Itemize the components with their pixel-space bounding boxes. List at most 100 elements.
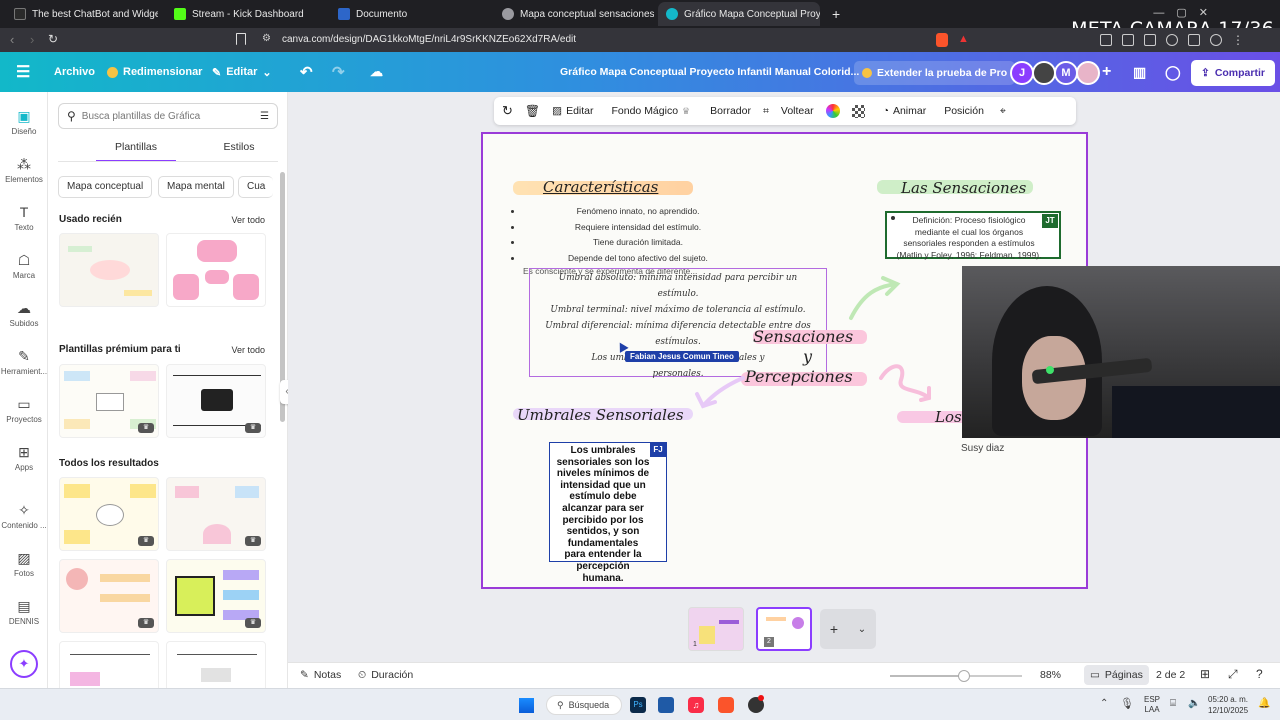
transparency-icon[interactable]: [851, 104, 865, 118]
reload-icon[interactable]: ↻: [48, 32, 58, 46]
download-icon[interactable]: [1144, 34, 1156, 46]
help-icon[interactable]: ?: [1256, 667, 1263, 681]
template-search[interactable]: ⚲ Busca plantillas de Gráfica ☰: [58, 103, 278, 129]
profile-icon[interactable]: [1210, 34, 1222, 46]
volume-icon[interactable]: 🔈: [1188, 698, 1200, 709]
tab-documento[interactable]: Documento: [330, 2, 490, 26]
filter-icon[interactable]: ☰: [260, 111, 269, 122]
document-title[interactable]: Gráfico Mapa Conceptual Proyecto Infanti…: [560, 52, 859, 92]
editar-dropdown[interactable]: ✎ Editar ⌄: [212, 52, 272, 92]
music-app-icon[interactable]: ♫: [688, 697, 704, 713]
rail-item-herramientas[interactable]: ✎ Herramient...: [0, 348, 48, 376]
edit-image-button[interactable]: ▨ Editar: [552, 105, 593, 117]
magic-assistant-icon[interactable]: ✦: [10, 650, 38, 678]
page-thumb-2-active[interactable]: 2: [756, 607, 812, 651]
add-collaborator-button[interactable]: +: [1102, 52, 1111, 92]
rail-item-apps[interactable]: ⊞ Apps: [0, 444, 48, 472]
new-tab-button[interactable]: +: [824, 2, 846, 26]
chevron-down-icon[interactable]: ⌄: [858, 624, 866, 635]
zoom-level[interactable]: 88%: [1040, 669, 1061, 681]
cloud-saved-icon[interactable]: ☁: [370, 52, 383, 92]
extension-icon[interactable]: [1100, 34, 1112, 46]
rail-item-contenido[interactable]: ✧ Contenido ...: [0, 502, 48, 530]
undo-icon[interactable]: ↶: [300, 52, 313, 92]
redimensionar-button[interactable]: Redimensionar: [107, 52, 202, 92]
rail-item-dennis[interactable]: ▤ DENNIS: [0, 598, 48, 626]
clock[interactable]: 05:20 a. m. 12/10/2025: [1208, 694, 1248, 716]
extend-trial-button[interactable]: Extender la prueba de Pro: [854, 61, 1016, 85]
rail-item-texto[interactable]: T Texto: [0, 204, 48, 232]
delete-icon[interactable]: 🗑: [525, 104, 540, 118]
add-page-icon[interactable]: +: [830, 621, 838, 637]
mic-tray-icon[interactable]: 🎙: [1120, 697, 1134, 710]
zoom-slider[interactable]: [890, 670, 1022, 682]
result-template-thumb[interactable]: ♛: [59, 559, 159, 633]
app-icon[interactable]: [658, 697, 674, 713]
center-sensaciones[interactable]: Sensaciones: [753, 327, 853, 346]
result-template-thumb[interactable]: ♛: [166, 477, 266, 551]
redo-icon[interactable]: ↷: [332, 52, 345, 92]
tray-chevron-icon[interactable]: ⌃: [1100, 698, 1108, 709]
premium-template-thumb[interactable]: ♛: [166, 364, 266, 438]
page-thumb-1[interactable]: 1: [688, 607, 744, 651]
tab-chatbot[interactable]: The best ChatBot and Widgets f: [6, 2, 158, 26]
result-template-thumb[interactable]: [59, 641, 159, 688]
duration-button[interactable]: ⏲ Duración: [358, 669, 413, 682]
avatar[interactable]: M: [1054, 61, 1078, 85]
caracteristicas-list[interactable]: Fenómeno innato, no aprendido. Requiere …: [523, 204, 753, 266]
grid-view-icon[interactable]: ⊞: [1200, 667, 1210, 681]
result-template-thumb[interactable]: ♛: [166, 559, 266, 633]
tab-plantillas[interactable]: Plantillas: [96, 136, 176, 162]
windows-start-icon[interactable]: [519, 698, 534, 713]
result-template-thumb[interactable]: [166, 641, 266, 688]
title-umbrales-sensoriales[interactable]: Umbrales Sensoriales: [517, 406, 684, 424]
umbrales-definition-box[interactable]: Los umbrales sensoriales son los niveles…: [549, 442, 667, 584]
menu-icon[interactable]: ⋮: [1232, 34, 1244, 46]
search-input[interactable]: Busca plantillas de Gráfica: [82, 111, 200, 122]
color-picker-icon[interactable]: [825, 104, 840, 118]
premium-template-thumb[interactable]: ♛: [59, 364, 159, 438]
flip-button[interactable]: Voltear: [781, 105, 814, 117]
menu-hamburger-icon[interactable]: ☰: [16, 52, 30, 92]
chip-cuadro[interactable]: Cua: [238, 176, 274, 198]
avatar-photo[interactable]: [1032, 61, 1056, 85]
recent-template-thumb[interactable]: [59, 233, 159, 307]
rewards-icon[interactable]: ▲: [958, 33, 969, 45]
brave-browser-icon[interactable]: [718, 697, 734, 713]
chip-mapa-mental[interactable]: Mapa mental: [158, 176, 234, 198]
language-indicator[interactable]: ESP LAA: [1144, 695, 1160, 715]
tab-estilos[interactable]: Estilos: [204, 136, 274, 162]
tab-mapa-conceptual[interactable]: Mapa conceptual sensaciones: [494, 2, 654, 26]
title-caracteristicas[interactable]: Características: [543, 178, 658, 196]
insights-chart-icon[interactable]: ▥: [1133, 52, 1146, 92]
replace-icon[interactable]: ↻: [502, 103, 513, 119]
archivo-menu[interactable]: Archivo: [54, 52, 95, 92]
photoshop-icon[interactable]: Ps: [630, 697, 646, 713]
notification-bell-icon[interactable]: 🔔: [1258, 698, 1270, 709]
see-all-premium-link[interactable]: Ver todo: [231, 345, 265, 355]
chip-mapa-conceptual[interactable]: Mapa conceptual: [58, 176, 153, 198]
fullscreen-icon[interactable]: ⤢: [1228, 667, 1238, 682]
bookmark-icon[interactable]: [236, 33, 246, 45]
tab-grafico-active[interactable]: Gráfico Mapa Conceptual Proyec ✕: [658, 2, 820, 26]
avatar[interactable]: J: [1010, 61, 1034, 85]
webcam-video[interactable]: [962, 266, 1280, 438]
eraser-button[interactable]: Borrador: [710, 105, 751, 117]
definicion-textbox[interactable]: Definición: Proceso fisiológico mediante…: [885, 211, 1061, 260]
rail-item-diseno[interactable]: ▣ Diseño: [0, 108, 48, 136]
rail-item-subidos[interactable]: ☁ Subidos: [0, 300, 48, 328]
extension-icon[interactable]: [1122, 34, 1134, 46]
rail-item-proyectos[interactable]: ▭ Proyectos: [0, 396, 48, 424]
rail-item-marca[interactable]: ☖ Marca: [0, 252, 48, 280]
rail-item-elementos[interactable]: ⁂ Elementos: [0, 156, 48, 184]
result-template-thumb[interactable]: ♛: [59, 477, 159, 551]
comment-icon[interactable]: ◯: [1165, 52, 1181, 92]
recent-template-thumb[interactable]: [166, 233, 266, 307]
back-icon[interactable]: ‹: [10, 32, 14, 47]
paint-format-icon[interactable]: ⌖: [1000, 105, 1006, 118]
crop-icon[interactable]: ⌗: [763, 105, 769, 118]
center-y[interactable]: y: [803, 347, 812, 366]
tab-kick[interactable]: Stream - Kick Dashboard: [166, 2, 326, 26]
music-icon[interactable]: [1166, 34, 1178, 46]
brave-shield-icon[interactable]: [936, 33, 948, 47]
